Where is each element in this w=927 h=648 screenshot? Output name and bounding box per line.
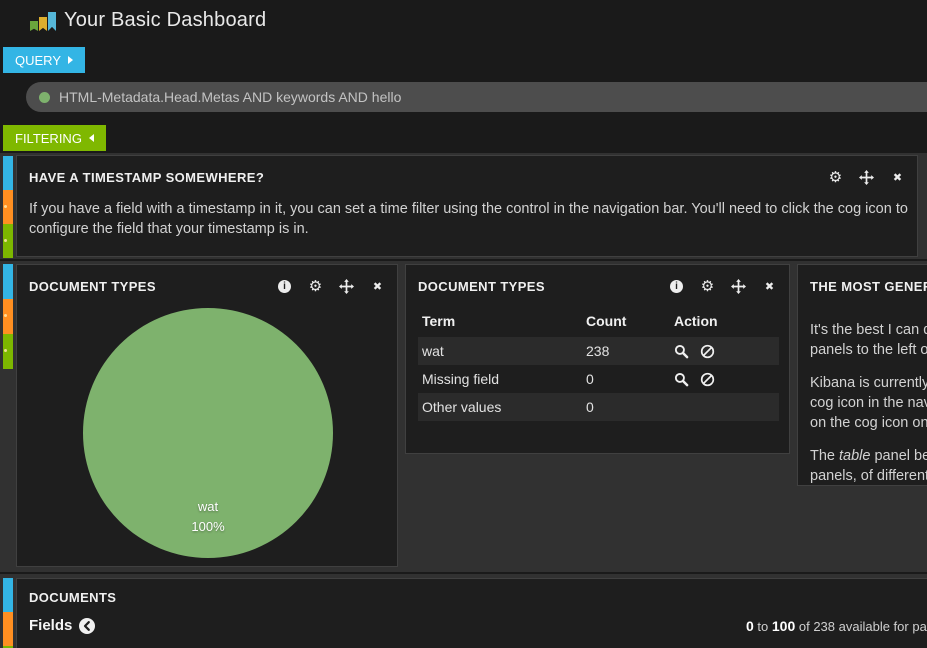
row-tab-group (3, 156, 13, 258)
row-tab[interactable] (3, 224, 13, 258)
move-icon[interactable] (859, 170, 874, 185)
info-icon[interactable]: i (670, 280, 683, 293)
row-tab-group (3, 578, 13, 648)
logo-flag (30, 21, 38, 31)
paging-rest: of 238 available for paging (798, 619, 927, 634)
fields-label: Fields (29, 617, 73, 634)
filtering-toggle-button[interactable]: FILTERING (3, 125, 106, 151)
document-types-table-panel: DOCUMENT TYPES i ⚙ ✖ Term Count Action w… (405, 264, 790, 454)
term-cell: Missing field (422, 371, 500, 387)
generic-text-panel: THE MOST GENERIC OF PANELS It's the best… (797, 264, 927, 486)
count-cell: 238 (586, 343, 610, 359)
count-cell: 0 (586, 399, 594, 415)
row-tab[interactable] (3, 334, 13, 369)
query-toggle-button[interactable]: QUERY (3, 47, 85, 73)
filtering-button-label: FILTERING (15, 130, 82, 146)
fields-toggle[interactable]: Fields (29, 617, 96, 634)
query-color-dot-icon[interactable] (39, 91, 50, 103)
row-tab-group (3, 264, 13, 369)
documents-panel: DOCUMENTS Fields (16, 578, 927, 648)
query-button-label: QUERY (15, 52, 61, 68)
table-row: Other values 0 (418, 393, 779, 421)
query-input[interactable]: HTML-Metadata.Head.Metas AND keywords AN… (26, 82, 927, 112)
row-tab[interactable] (3, 612, 13, 646)
query-value: HTML-Metadata.Head.Metas AND keywords AN… (59, 89, 402, 105)
paging-to: 100 (771, 618, 796, 634)
app-header: Your Basic Dashboard (0, 0, 927, 46)
timestamp-panel: HAVE A TIMESTAMP SOMEWHERE? ⚙ ✖ If you h… (16, 155, 918, 257)
caret-right-icon (68, 56, 73, 64)
caret-left-icon (88, 134, 94, 142)
document-types-pie-panel: DOCUMENT TYPES i ⚙ ✖ wat 100% (16, 264, 398, 567)
timestamp-panel-text: If you have a field with a timestamp in … (29, 201, 908, 237)
logo-flag (48, 12, 56, 31)
row-timestamp: HAVE A TIMESTAMP SOMEWHERE? ⚙ ✖ If you h… (0, 153, 927, 259)
term-cell: wat (422, 343, 444, 359)
table-row: Missing field 0 (418, 365, 779, 393)
column-header-term[interactable]: Term (418, 307, 582, 337)
generic-text-panel-body: It's the best I can do without panels to… (810, 322, 927, 484)
row-tab[interactable] (3, 299, 13, 334)
move-icon[interactable] (731, 279, 746, 294)
paging-from: 0 (746, 618, 754, 634)
chevron-left-circle-icon[interactable] (79, 617, 96, 634)
dashboard-title: Your Basic Dashboard (64, 9, 267, 31)
search-icon[interactable] (674, 372, 689, 387)
panel-title: THE MOST GENERIC OF PANELS (810, 279, 927, 294)
panel-title: DOCUMENT TYPES (29, 279, 156, 294)
close-icon[interactable]: ✖ (370, 279, 385, 294)
row-tab[interactable] (3, 156, 13, 190)
close-icon[interactable]: ✖ (762, 279, 777, 294)
column-header-action: Action (674, 313, 718, 329)
panel-title: DOCUMENTS (29, 590, 117, 605)
pie-slice-label: wat (197, 499, 219, 514)
paging-status: 0 to 100 of 238 available for paging (746, 618, 927, 634)
pie-slice-percent: 100% (191, 519, 225, 534)
ban-icon[interactable] (700, 344, 715, 359)
close-icon[interactable]: ✖ (890, 170, 905, 185)
move-icon[interactable] (339, 279, 354, 294)
term-cell: Other values (422, 399, 502, 415)
column-header-count[interactable]: Count (582, 307, 670, 337)
table-row: wat 238 (418, 337, 779, 365)
gear-icon[interactable]: ⚙ (700, 279, 715, 294)
search-icon[interactable] (674, 344, 689, 359)
panel-title: DOCUMENT TYPES (418, 279, 545, 294)
ban-icon[interactable] (700, 372, 715, 387)
row-tab[interactable] (3, 190, 13, 224)
row-tab[interactable] (3, 264, 13, 299)
info-icon[interactable]: i (278, 280, 291, 293)
kibana-logo-icon (30, 12, 58, 31)
terms-table: Term Count Action wat 238 Missing field … (418, 307, 779, 421)
row-document-types: DOCUMENT TYPES i ⚙ ✖ wat 100% DOCUMENT T… (0, 261, 927, 572)
row-documents: DOCUMENTS Fields 0 to 100 of 238 availab… (0, 574, 927, 648)
logo-flag (39, 17, 47, 31)
gear-icon[interactable]: ⚙ (308, 279, 323, 294)
panel-title: HAVE A TIMESTAMP SOMEWHERE? (29, 170, 265, 185)
row-tab[interactable] (3, 578, 13, 612)
count-cell: 0 (586, 371, 594, 387)
gear-icon[interactable]: ⚙ (828, 170, 843, 185)
